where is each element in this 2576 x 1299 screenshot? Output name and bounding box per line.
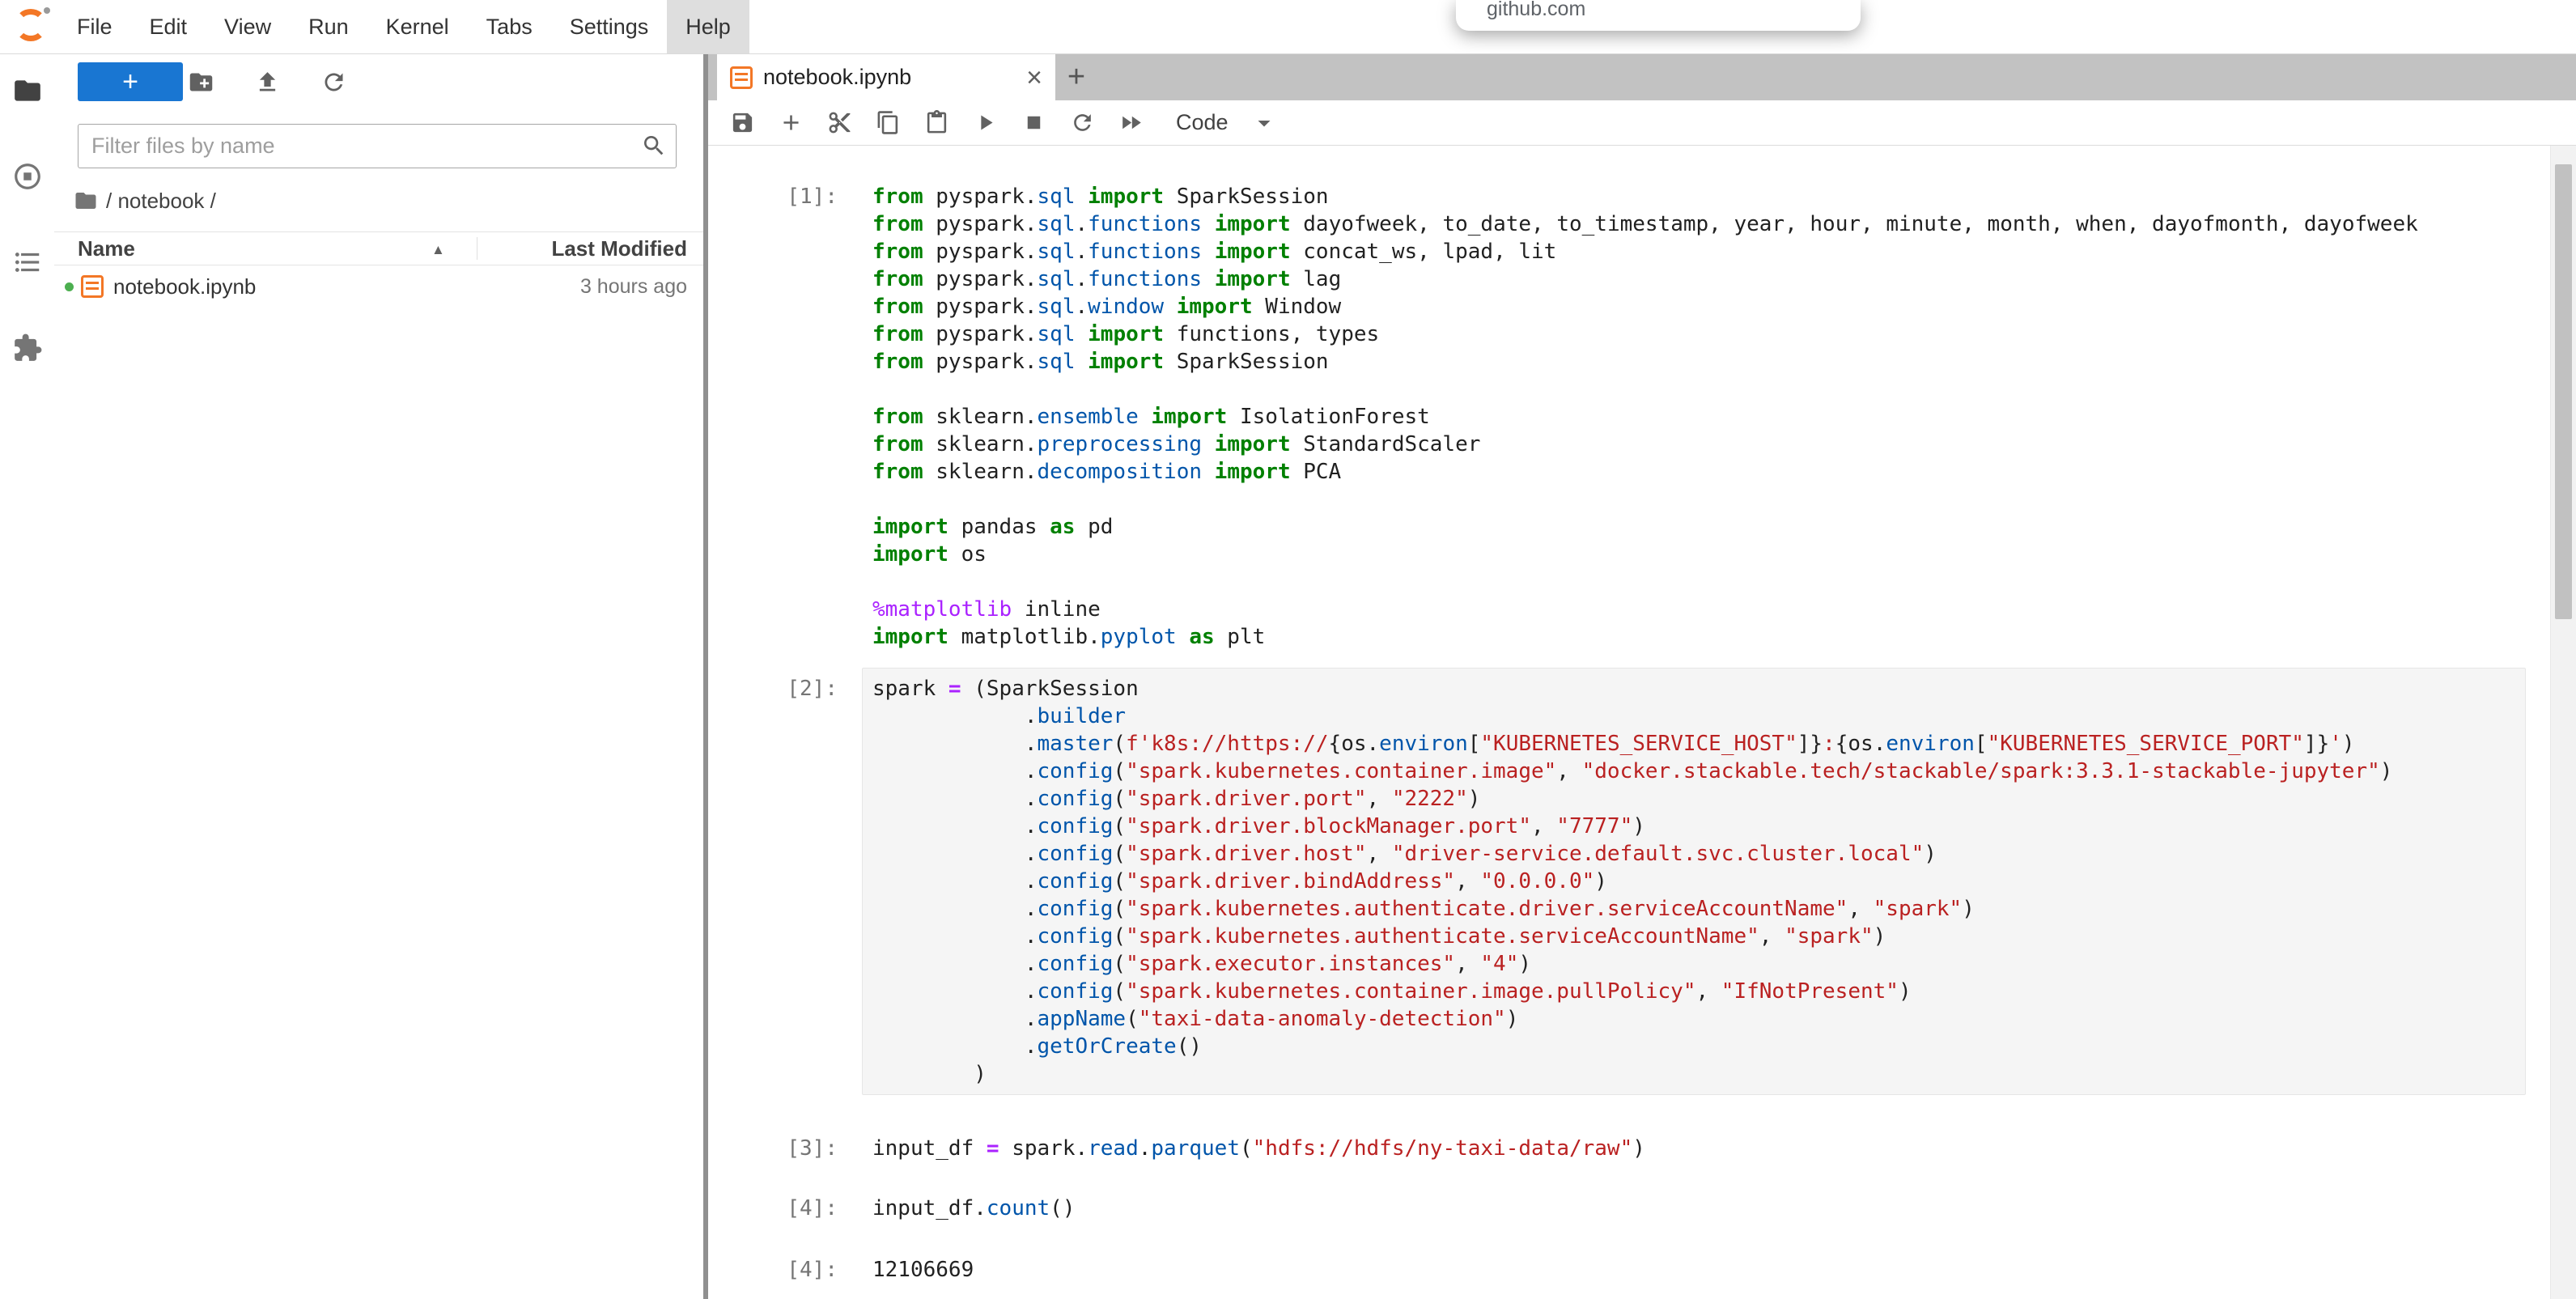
file-browser-panel: + / notebook / Name bbox=[54, 54, 703, 1299]
jupyter-logo-icon bbox=[11, 7, 50, 46]
new-folder-icon bbox=[188, 69, 214, 96]
running-kernels-tab-icon[interactable] bbox=[0, 161, 54, 247]
cell-type-dropdown[interactable]: Code bbox=[1176, 108, 1279, 138]
fast-forward-icon bbox=[1118, 110, 1144, 135]
stop-icon bbox=[1021, 110, 1046, 135]
add-cell-button[interactable] bbox=[773, 105, 808, 141]
file-list-header: Name ▲ Last Modified bbox=[54, 231, 703, 265]
column-header-name[interactable]: Name bbox=[78, 236, 135, 261]
main-dock-panel: notebook.ipynb × + bbox=[708, 54, 2576, 1299]
notebook-cell: [3]: input_df = spark.read.parquet("hdfs… bbox=[708, 1127, 2526, 1170]
chevron-down-icon bbox=[1250, 108, 1279, 138]
copy-icon bbox=[876, 110, 901, 135]
search-icon bbox=[641, 133, 667, 159]
file-browser-toolbar: + bbox=[78, 62, 703, 101]
scrollbar-thumb[interactable] bbox=[2555, 164, 2572, 619]
notebook-cell: [4]: input_df.count() bbox=[708, 1187, 2526, 1229]
execution-count: [4]: bbox=[708, 1249, 838, 1291]
vertical-scrollbar[interactable] bbox=[2550, 146, 2576, 1299]
cut-cells-button[interactable] bbox=[821, 105, 857, 141]
notebook-toolbar: Code bbox=[708, 100, 2576, 146]
clipboard-icon bbox=[924, 110, 949, 135]
browser-popup-text: github.com bbox=[1487, 0, 1861, 20]
file-filter bbox=[78, 124, 677, 168]
sort-ascending-icon[interactable]: ▲ bbox=[431, 242, 445, 258]
browser-popup: github.com bbox=[1456, 0, 1861, 31]
extensions-tab-icon[interactable] bbox=[0, 333, 54, 418]
restart-run-all-button[interactable] bbox=[1113, 105, 1148, 141]
menu-edit[interactable]: Edit bbox=[131, 0, 206, 53]
list-icon bbox=[12, 247, 43, 278]
running-dot-icon bbox=[65, 282, 74, 291]
file-last-modified: 3 hours ago bbox=[580, 275, 687, 299]
restart-icon bbox=[1070, 110, 1095, 135]
restart-kernel-button[interactable] bbox=[1064, 105, 1100, 141]
tab-label: notebook.ipynb bbox=[763, 65, 911, 90]
cell-output: 12106669 bbox=[862, 1249, 2526, 1291]
plus-icon bbox=[779, 110, 804, 135]
cell-editor[interactable]: input_df = spark.read.parquet("hdfs://hd… bbox=[862, 1127, 2526, 1170]
menu-help[interactable]: Help bbox=[667, 0, 749, 53]
column-header-last-modified[interactable]: Last Modified bbox=[551, 236, 687, 261]
table-of-contents-tab-icon[interactable] bbox=[0, 247, 54, 333]
file-item-notebook[interactable]: notebook.ipynb 3 hours ago bbox=[54, 265, 703, 308]
notebook-cell: [4]: 12106669 bbox=[708, 1249, 2526, 1291]
paste-cells-button[interactable] bbox=[919, 105, 954, 141]
upload-button[interactable] bbox=[249, 64, 285, 100]
folder-icon bbox=[74, 189, 98, 213]
scissors-icon bbox=[827, 110, 852, 135]
execution-count: [1]: bbox=[708, 176, 838, 658]
breadcrumb-path: / notebook / bbox=[106, 189, 216, 214]
save-button[interactable] bbox=[724, 105, 760, 141]
notebook-icon bbox=[81, 275, 104, 298]
notebook-cell: [1]: from pyspark.sql import SparkSessio… bbox=[708, 176, 2526, 658]
refresh-file-list-button[interactable] bbox=[316, 64, 351, 100]
jupyterlab-window: File Edit View Run Kernel Tabs Settings … bbox=[0, 0, 2576, 1299]
tab-notebook[interactable]: notebook.ipynb × bbox=[717, 54, 1055, 100]
cell-editor[interactable]: from pyspark.sql import SparkSessionfrom… bbox=[862, 176, 2526, 658]
file-name: notebook.ipynb bbox=[113, 274, 256, 299]
cell-editor[interactable]: input_df.count() bbox=[862, 1187, 2526, 1229]
menu-view[interactable]: View bbox=[206, 0, 290, 53]
upload-icon bbox=[254, 69, 281, 96]
folder-icon bbox=[12, 75, 43, 106]
menu-settings[interactable]: Settings bbox=[551, 0, 668, 53]
menu-kernel[interactable]: Kernel bbox=[367, 0, 468, 53]
execution-count: [2]: bbox=[708, 668, 838, 1095]
notebook-content: [1]: from pyspark.sql import SparkSessio… bbox=[708, 146, 2576, 1299]
new-folder-button[interactable] bbox=[183, 64, 219, 100]
menu-file[interactable]: File bbox=[58, 0, 131, 53]
execution-count: [4]: bbox=[708, 1187, 838, 1229]
menu-tabs[interactable]: Tabs bbox=[468, 0, 551, 53]
new-launcher-button[interactable]: + bbox=[78, 62, 183, 101]
close-icon[interactable]: × bbox=[1026, 64, 1042, 91]
run-cell-button[interactable] bbox=[967, 105, 1003, 141]
activity-bar bbox=[0, 54, 54, 1299]
cell-code: input_df = spark.read.parquet("hdfs://hd… bbox=[872, 1135, 2515, 1162]
refresh-icon bbox=[320, 69, 347, 96]
new-tab-button[interactable]: + bbox=[1055, 54, 1097, 100]
cell-type-label: Code bbox=[1176, 110, 1229, 135]
dock-tab-bar: notebook.ipynb × + bbox=[708, 54, 2576, 100]
cell-code: 12106669 bbox=[872, 1256, 2515, 1284]
save-icon bbox=[730, 110, 755, 135]
breadcrumb[interactable]: / notebook / bbox=[74, 185, 703, 217]
puzzle-icon bbox=[12, 333, 43, 363]
filter-input[interactable] bbox=[78, 124, 677, 168]
notebook-cell: [2]: spark = (SparkSession .builder .mas… bbox=[708, 668, 2526, 1095]
interrupt-kernel-button[interactable] bbox=[1016, 105, 1051, 141]
menu-bar: File Edit View Run Kernel Tabs Settings … bbox=[0, 0, 2576, 54]
cell-editor[interactable]: spark = (SparkSession .builder .master(f… bbox=[862, 668, 2526, 1095]
file-browser-tab-icon[interactable] bbox=[0, 75, 54, 161]
cell-code: from pyspark.sql import SparkSessionfrom… bbox=[872, 183, 2515, 651]
cell-list: [1]: from pyspark.sql import SparkSessio… bbox=[708, 146, 2550, 1299]
cell-code: spark = (SparkSession .builder .master(f… bbox=[872, 675, 2515, 1088]
cell-code: input_df.count() bbox=[872, 1195, 2515, 1222]
notebook-icon bbox=[730, 66, 753, 89]
running-circle-icon bbox=[12, 161, 43, 192]
execution-count: [3]: bbox=[708, 1127, 838, 1170]
menu-run[interactable]: Run bbox=[290, 0, 367, 53]
copy-cells-button[interactable] bbox=[870, 105, 906, 141]
play-icon bbox=[973, 110, 998, 135]
